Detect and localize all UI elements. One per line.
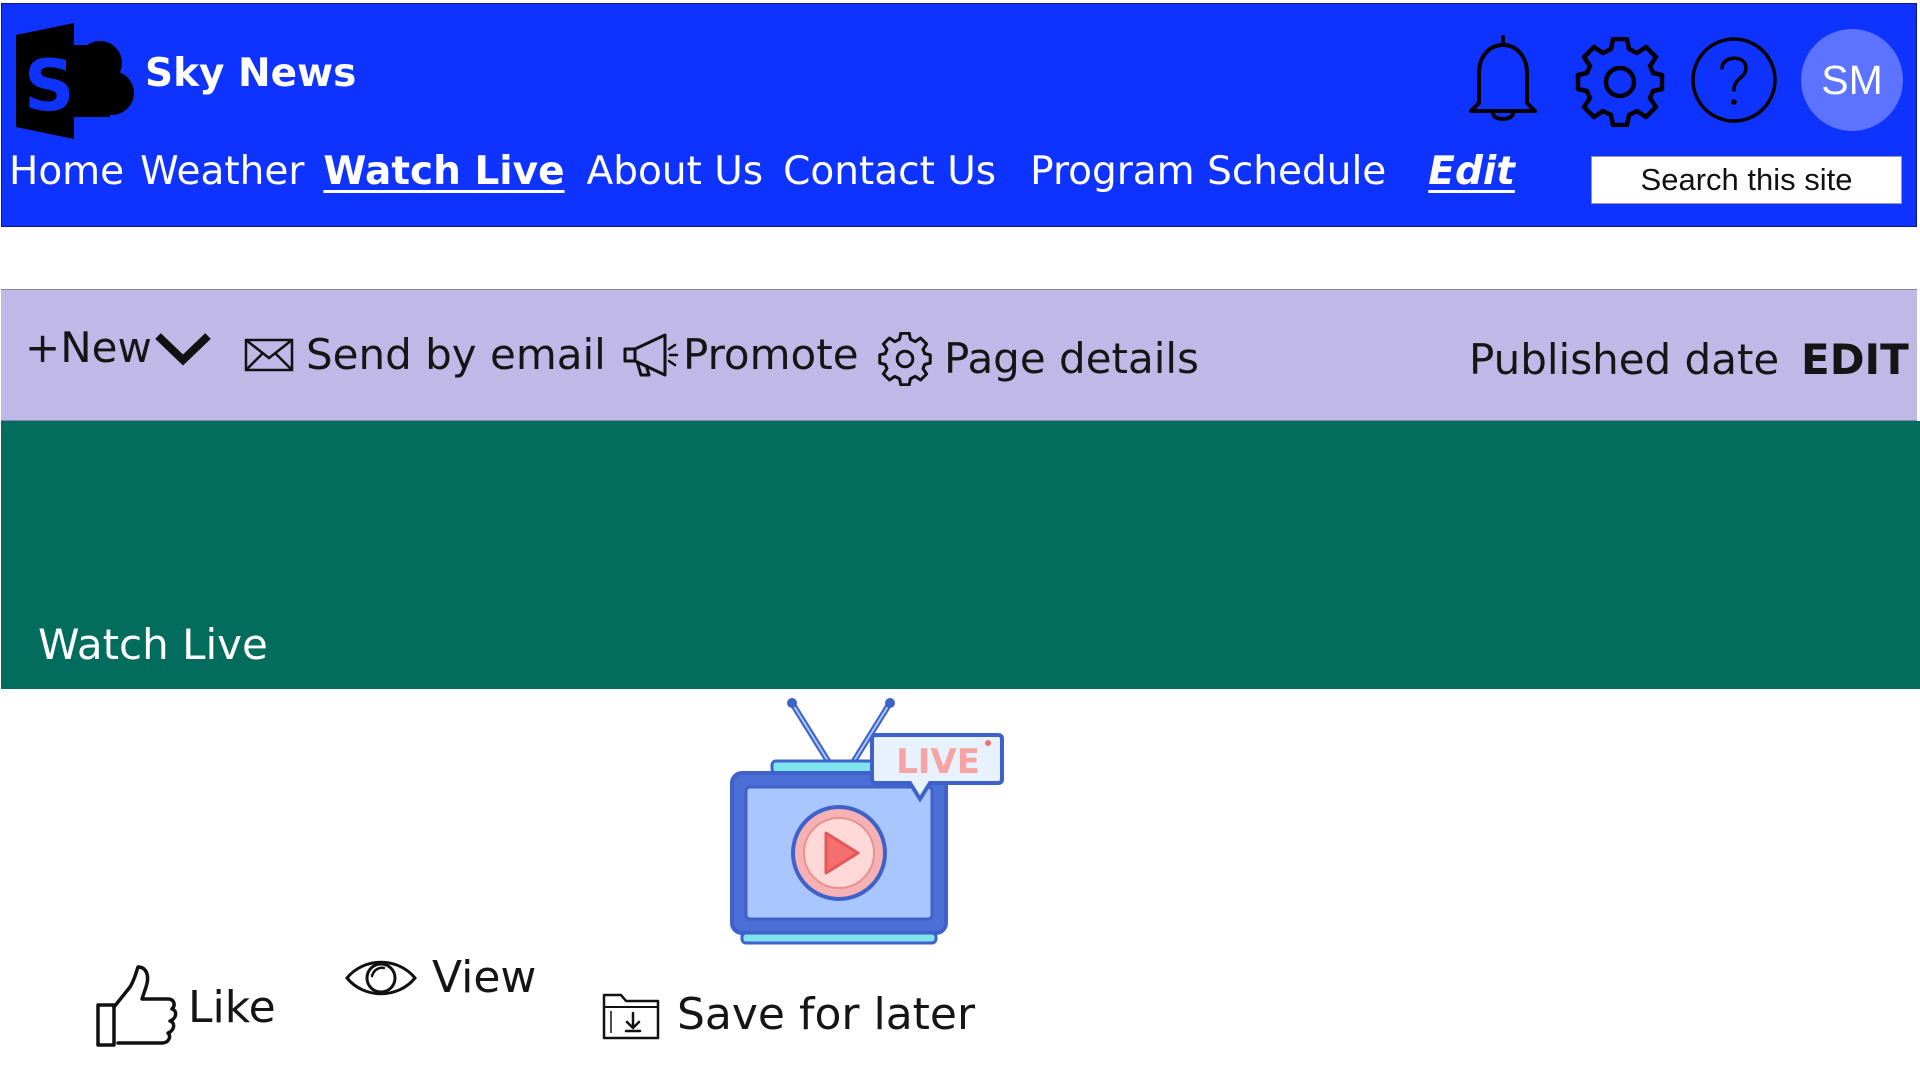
site-header: S Sky News SM Home Weather Watch Live Ab…: [1, 3, 1917, 227]
promote-button[interactable]: Promote: [621, 331, 859, 379]
live-badge-text: LIVE: [896, 742, 980, 782]
page-title-banner: [1, 421, 1920, 689]
send-by-email-label: Send by email: [306, 330, 606, 379]
search-input[interactable]: Search this site: [1591, 156, 1902, 204]
like-label: Like: [188, 982, 276, 1033]
new-label: +New: [25, 323, 152, 372]
nav-about-us[interactable]: About Us: [587, 152, 764, 191]
chevron-down-icon: [155, 333, 211, 366]
nav-watch-live[interactable]: Watch Live: [323, 152, 564, 191]
sharepoint-logo-icon[interactable]: S: [14, 23, 134, 139]
nav-contact-us[interactable]: Contact Us: [783, 152, 996, 191]
promote-label: Promote: [683, 330, 859, 379]
svg-text:S: S: [24, 45, 74, 127]
eye-icon: [345, 960, 417, 996]
command-bar: +New Send by email Promote Page details: [1, 289, 1917, 421]
edit-page-button[interactable]: EDIT: [1801, 339, 1909, 381]
save-for-later-label: Save for later: [677, 989, 976, 1040]
mail-icon: [244, 338, 294, 372]
user-avatar[interactable]: SM: [1801, 29, 1903, 131]
folder-download-icon: [602, 993, 660, 1040]
published-date-label: Published date: [1469, 335, 1780, 384]
top-navigation: Home Weather Watch Live About Us Contact…: [2, 146, 1515, 196]
save-for-later-button[interactable]: Save for later: [601, 989, 975, 1041]
new-button[interactable]: +New: [25, 327, 214, 369]
thumbs-up-icon: [96, 965, 178, 1047]
gear-icon[interactable]: [1575, 37, 1665, 127]
live-tv-icon: LIVE: [730, 698, 1004, 945]
send-by-email-button[interactable]: Send by email: [244, 334, 606, 376]
page-details-button[interactable]: Page details: [878, 332, 1199, 386]
help-icon[interactable]: [1690, 36, 1778, 124]
nav-edit-link[interactable]: Edit: [1428, 152, 1515, 191]
page-details-label: Page details: [944, 334, 1199, 383]
view-button[interactable]: View: [344, 955, 536, 1001]
page-title: Watch Live: [38, 620, 268, 669]
like-button[interactable]: Like: [94, 963, 276, 1049]
nav-home[interactable]: Home: [9, 152, 124, 191]
settings-gear-icon: [878, 332, 932, 386]
site-title[interactable]: Sky News: [145, 54, 356, 93]
megaphone-icon: [623, 333, 679, 377]
bell-icon[interactable]: [1465, 33, 1541, 123]
nav-program-schedule[interactable]: Program Schedule: [1030, 152, 1386, 191]
view-label: View: [432, 952, 537, 1003]
nav-weather[interactable]: Weather: [140, 152, 304, 191]
